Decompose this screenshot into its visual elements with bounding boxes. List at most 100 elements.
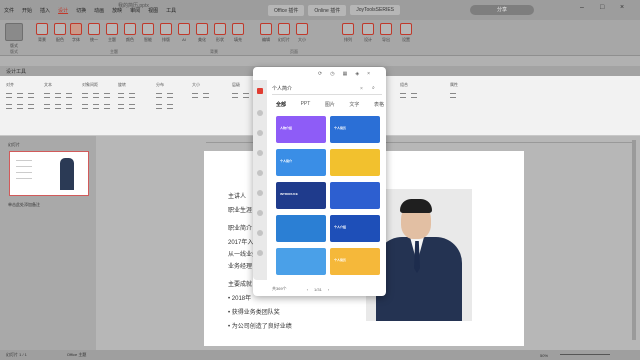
maximize-icon[interactable]: □	[600, 4, 604, 11]
ribbon-export-button[interactable]: 导出	[378, 23, 394, 43]
popup-search-input[interactable]: 个人简介 × ⌕	[272, 85, 382, 95]
minimize-icon[interactable]: –	[580, 4, 584, 11]
tab-all[interactable]: 全部	[276, 101, 286, 108]
template-card[interactable]: 人物介绍	[276, 116, 326, 143]
rail-table-icon[interactable]	[257, 230, 263, 236]
distribute-fit-icon[interactable]	[167, 104, 173, 109]
template-card[interactable]	[330, 149, 380, 176]
tab-table[interactable]: 表格	[374, 101, 384, 108]
slide-line-career[interactable]: 职业生涯	[228, 205, 252, 214]
popup-refresh-icon[interactable]: ⟳	[318, 71, 322, 77]
popup-grid-icon[interactable]: ▦	[343, 71, 348, 77]
ribbon-background-button[interactable]: 背景	[34, 23, 50, 43]
tab-office-plugin[interactable]: Office 插件	[268, 4, 305, 16]
text-right-icon[interactable]	[66, 93, 72, 98]
ribbon-shape-button[interactable]: 形状	[212, 23, 228, 43]
ribbon-layout-button[interactable]: 版式	[4, 23, 24, 49]
layer-up-icon[interactable]	[232, 93, 238, 98]
pager-prev-icon[interactable]: ‹	[307, 287, 308, 292]
flip-h-icon[interactable]	[118, 104, 124, 109]
search-icon[interactable]: ⌕	[372, 85, 375, 91]
ribbon-edit-button[interactable]: 编辑	[258, 23, 274, 43]
rail-text-icon[interactable]	[257, 150, 263, 156]
menu-home[interactable]: 开始	[18, 7, 36, 14]
slide-bullet-2[interactable]: • 获得业务类团队奖	[228, 307, 280, 316]
size-height-icon[interactable]	[203, 93, 209, 98]
spacing-reset-icon[interactable]	[104, 104, 110, 109]
spacing-v-icon[interactable]	[93, 93, 99, 98]
template-card[interactable]: 个人简历	[330, 248, 380, 275]
ribbon-slides-button[interactable]: 幻灯片	[276, 23, 292, 43]
ribbon-beautify-button[interactable]: 美化	[194, 23, 210, 43]
template-card[interactable]: 个人介绍	[330, 215, 380, 242]
menu-transition[interactable]: 切换	[72, 7, 90, 14]
template-card[interactable]	[276, 248, 326, 275]
menu-insert[interactable]: 插入	[36, 7, 54, 14]
template-card[interactable]	[276, 215, 326, 242]
size-width-icon[interactable]	[192, 93, 198, 98]
share-button[interactable]: 分享	[470, 5, 534, 15]
ribbon-color-button[interactable]: 颜色	[122, 23, 138, 43]
tab-ppt[interactable]: PPT	[301, 101, 311, 108]
close-icon[interactable]: ×	[620, 4, 624, 11]
text-center-icon[interactable]	[55, 93, 61, 98]
distribute-v-icon[interactable]	[167, 93, 173, 98]
spacing-dec-icon[interactable]	[93, 104, 99, 109]
group-icon[interactable]	[400, 93, 406, 98]
vertical-scrollbar[interactable]	[632, 140, 636, 340]
ribbon-arrange-button[interactable]: 排版	[158, 23, 174, 43]
align-bottom-icon[interactable]	[28, 104, 34, 109]
spacing-h-icon[interactable]	[82, 93, 88, 98]
popup-history-icon[interactable]: ◷	[330, 71, 334, 77]
tab-online-plugin[interactable]: Online 插件	[308, 4, 347, 16]
layer-down-icon[interactable]	[243, 93, 249, 98]
pager-next-icon[interactable]: ›	[328, 287, 329, 292]
ribbon-order-button[interactable]: 排列	[340, 23, 356, 43]
rotate-right-icon[interactable]	[129, 93, 135, 98]
search-clear-icon[interactable]: ×	[360, 86, 363, 92]
popup-close-icon[interactable]: ×	[367, 71, 370, 77]
props-icon[interactable]	[450, 93, 456, 98]
ribbon-size-button[interactable]: 大小	[294, 23, 310, 43]
slide-line-presenter[interactable]: 主讲人	[228, 191, 246, 200]
align-left-icon[interactable]	[6, 93, 12, 98]
zoom-slider[interactable]	[560, 354, 610, 355]
slide-bullet-3[interactable]: • 为公司创造了良好业绩	[228, 321, 292, 330]
text-left-icon[interactable]	[44, 93, 50, 98]
rail-more-icon[interactable]	[257, 250, 263, 256]
spacing-inc-icon[interactable]	[82, 104, 88, 109]
align-right-icon[interactable]	[28, 93, 34, 98]
slide-line-intro[interactable]: 职业简介	[228, 223, 252, 232]
rail-icon-library[interactable]	[257, 190, 263, 196]
template-card[interactable]: INTRODUCE	[276, 182, 326, 209]
tab-text[interactable]: 文字	[349, 101, 359, 108]
rail-image-icon[interactable]	[257, 130, 263, 136]
notes-placeholder[interactable]: 单击此处添加备注	[8, 202, 40, 208]
text-top-icon[interactable]	[44, 104, 50, 109]
slide-line-manager[interactable]: 业务经理	[228, 261, 252, 270]
menu-animation[interactable]: 动画	[90, 7, 108, 14]
rail-shape-icon[interactable]	[257, 210, 263, 216]
ribbon-smart-button[interactable]: 智能	[140, 23, 156, 43]
template-card[interactable]	[330, 182, 380, 209]
distribute-grid-icon[interactable]	[156, 104, 162, 109]
rail-chart-icon[interactable]	[257, 170, 263, 176]
align-middle-icon[interactable]	[17, 104, 23, 109]
ungroup-icon[interactable]	[411, 93, 417, 98]
distribute-h-icon[interactable]	[156, 93, 162, 98]
slide-bullet-1[interactable]: • 2018年	[228, 293, 251, 302]
ribbon-colors-button[interactable]: 配色	[52, 23, 68, 43]
text-mid-icon[interactable]	[55, 104, 61, 109]
ribbon-design-button[interactable]: 设计	[360, 23, 376, 43]
ribbon-fill-button[interactable]: 填充	[230, 23, 246, 43]
menu-file[interactable]: 文件	[0, 7, 18, 14]
slide-thumbnail[interactable]	[9, 151, 89, 196]
ribbon-theme-button[interactable]: 主题	[104, 23, 120, 43]
ribbon-ai-button[interactable]: AI	[176, 23, 192, 42]
ribbon-fonts-button[interactable]: 字体	[68, 23, 84, 43]
rail-template-icon[interactable]	[257, 110, 263, 116]
flip-v-icon[interactable]	[129, 104, 135, 109]
text-bottom-icon[interactable]	[66, 104, 72, 109]
tab-joytools[interactable]: JoyToolsSERIES	[350, 5, 400, 15]
ribbon-settings-button[interactable]: 设置	[398, 23, 414, 43]
